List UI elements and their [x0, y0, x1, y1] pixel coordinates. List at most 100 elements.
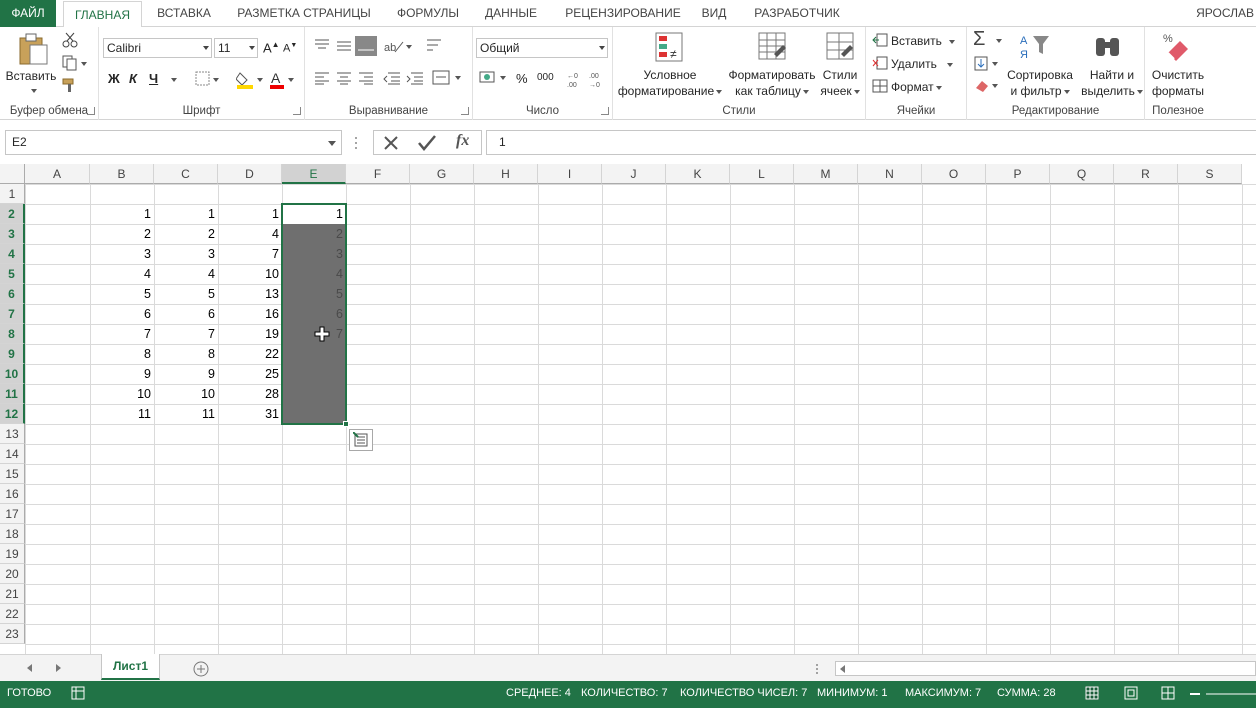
row-header-21[interactable]: 21 — [0, 584, 25, 604]
currency-icon[interactable] — [479, 69, 509, 87]
cell-c9[interactable]: 8 — [154, 344, 218, 364]
column-header-g[interactable]: G — [410, 164, 474, 184]
cut-icon[interactable] — [62, 32, 78, 48]
number-format-select[interactable]: Общий — [476, 38, 608, 58]
sort-filter-button[interactable]: Сортировка и фильтр — [1004, 67, 1076, 99]
autosum-icon[interactable]: Σ — [973, 28, 985, 51]
decrease-indent-icon[interactable] — [383, 71, 401, 85]
clear-formats-icon[interactable]: % — [1162, 31, 1192, 63]
row-header-5[interactable]: 5 — [0, 264, 25, 284]
fill-handle[interactable] — [343, 421, 349, 427]
insert-cells-button[interactable]: Вставить — [891, 34, 955, 48]
row-header-10[interactable]: 10 — [0, 364, 25, 384]
paste-button[interactable]: Вставить — [4, 68, 58, 84]
status-average[interactable]: СРЕДНЕЕ: 4 — [506, 681, 571, 705]
conditional-formatting-icon[interactable]: ≠ — [655, 32, 685, 64]
cell-d10[interactable]: 25 — [218, 364, 282, 384]
quick-analysis-button[interactable] — [349, 429, 373, 451]
cell-d5[interactable]: 10 — [218, 264, 282, 284]
cell-b12[interactable]: 11 — [90, 404, 154, 424]
row-header-3[interactable]: 3 — [0, 224, 25, 244]
column-header-f[interactable]: F — [346, 164, 410, 184]
number-launcher-icon[interactable] — [601, 107, 609, 115]
alignment-launcher-icon[interactable] — [461, 107, 469, 115]
paste-icon[interactable] — [17, 32, 49, 66]
row-header-7[interactable]: 7 — [0, 304, 25, 324]
row-header-23[interactable]: 23 — [0, 624, 25, 644]
worksheet-grid[interactable]: ABCDEFGHIJKLMNOPQRS 1 2 3 4 5 6 7 8 9 10 11 12 13 14 1… — [0, 164, 1256, 654]
row-header-6[interactable]: 6 — [0, 284, 25, 304]
column-header-j[interactable]: J — [602, 164, 666, 184]
normal-view-icon[interactable] — [1085, 686, 1099, 700]
cell-b6[interactable]: 5 — [90, 284, 154, 304]
align-left-icon[interactable] — [314, 71, 330, 85]
horizontal-scrollbar[interactable] — [835, 661, 1256, 676]
cell-styles-icon[interactable] — [826, 32, 856, 64]
column-header-e[interactable]: E — [282, 164, 346, 184]
fill-icon[interactable] — [974, 56, 1000, 72]
cell-b2[interactable]: 1 — [90, 204, 154, 224]
increase-indent-icon[interactable] — [406, 71, 424, 85]
column-header-l[interactable]: L — [730, 164, 794, 184]
format-as-table-button[interactable]: Форматировать как таблицу — [726, 67, 818, 99]
clipboard-launcher-icon[interactable] — [87, 107, 95, 115]
drag-handle-icon[interactable] — [354, 136, 358, 150]
column-header-h[interactable]: H — [474, 164, 538, 184]
column-header-p[interactable]: P — [986, 164, 1050, 184]
cell-d11[interactable]: 28 — [218, 384, 282, 404]
cell-c8[interactable]: 7 — [154, 324, 218, 344]
column-header-o[interactable]: O — [922, 164, 986, 184]
cell-c4[interactable]: 3 — [154, 244, 218, 264]
insert-cells-icon[interactable] — [872, 33, 888, 47]
row-header-19[interactable]: 19 — [0, 544, 25, 564]
italic-button[interactable]: К — [129, 71, 137, 86]
cell-d8[interactable]: 19 — [218, 324, 282, 344]
user-name[interactable]: ЯРОСЛАВ — [1196, 0, 1256, 27]
delete-cells-button[interactable]: Удалить — [891, 57, 953, 71]
row-header-14[interactable]: 14 — [0, 444, 25, 464]
column-header-d[interactable]: D — [218, 164, 282, 184]
cell-b4[interactable]: 3 — [90, 244, 154, 264]
column-header-c[interactable]: C — [154, 164, 218, 184]
cell-d7[interactable]: 16 — [218, 304, 282, 324]
tab-formulas[interactable]: ФОРМУЛЫ — [388, 0, 468, 27]
row-header-12[interactable]: 12 — [0, 404, 25, 424]
row-header-1[interactable]: 1 — [0, 184, 25, 204]
cell-b10[interactable]: 9 — [90, 364, 154, 384]
font-launcher-icon[interactable] — [293, 107, 301, 115]
column-header-k[interactable]: K — [666, 164, 730, 184]
clear-icon[interactable] — [974, 78, 1000, 94]
cell-b9[interactable]: 8 — [90, 344, 154, 364]
zoom-slider[interactable] — [1190, 688, 1256, 700]
column-header-i[interactable]: I — [538, 164, 602, 184]
row-header-4[interactable]: 4 — [0, 244, 25, 264]
column-header-r[interactable]: R — [1114, 164, 1178, 184]
wrap-text-icon[interactable] — [426, 38, 444, 54]
copy-icon[interactable] — [62, 55, 88, 71]
row-header-8[interactable]: 8 — [0, 324, 25, 344]
cell-c2[interactable]: 1 — [154, 204, 218, 224]
status-min[interactable]: МИНИМУМ: 1 — [817, 681, 887, 705]
name-box[interactable]: E2 — [5, 130, 342, 155]
align-bottom-icon[interactable] — [355, 36, 377, 56]
row-header-16[interactable]: 16 — [0, 484, 25, 504]
cell-c5[interactable]: 4 — [154, 264, 218, 284]
find-select-button[interactable]: Найти и выделить — [1081, 67, 1143, 99]
cell-b5[interactable]: 4 — [90, 264, 154, 284]
new-sheet-icon[interactable] — [192, 660, 210, 678]
thousands-button[interactable]: 000 — [537, 72, 554, 83]
grow-font-icon[interactable]: A▲ — [263, 40, 280, 55]
row-header-17[interactable]: 17 — [0, 504, 25, 524]
column-header-a[interactable]: A — [25, 164, 90, 184]
borders-icon[interactable] — [195, 71, 221, 87]
page-break-view-icon[interactable] — [1161, 686, 1175, 700]
cell-c12[interactable]: 11 — [154, 404, 218, 424]
format-as-table-icon[interactable] — [758, 32, 788, 64]
clear-formats-button[interactable]: Очистить форматы — [1145, 67, 1211, 99]
cell-styles-button[interactable]: Стили ячеек — [820, 67, 860, 99]
format-cells-button[interactable]: Формат — [891, 80, 942, 94]
cell-d2[interactable]: 1 — [218, 204, 282, 224]
scroll-right-icon[interactable] — [54, 663, 62, 673]
tab-developer[interactable]: РАЗРАБОТЧИК — [744, 0, 850, 27]
status-numcount[interactable]: КОЛИЧЕСТВО ЧИСЕЛ: 7 — [680, 681, 807, 705]
